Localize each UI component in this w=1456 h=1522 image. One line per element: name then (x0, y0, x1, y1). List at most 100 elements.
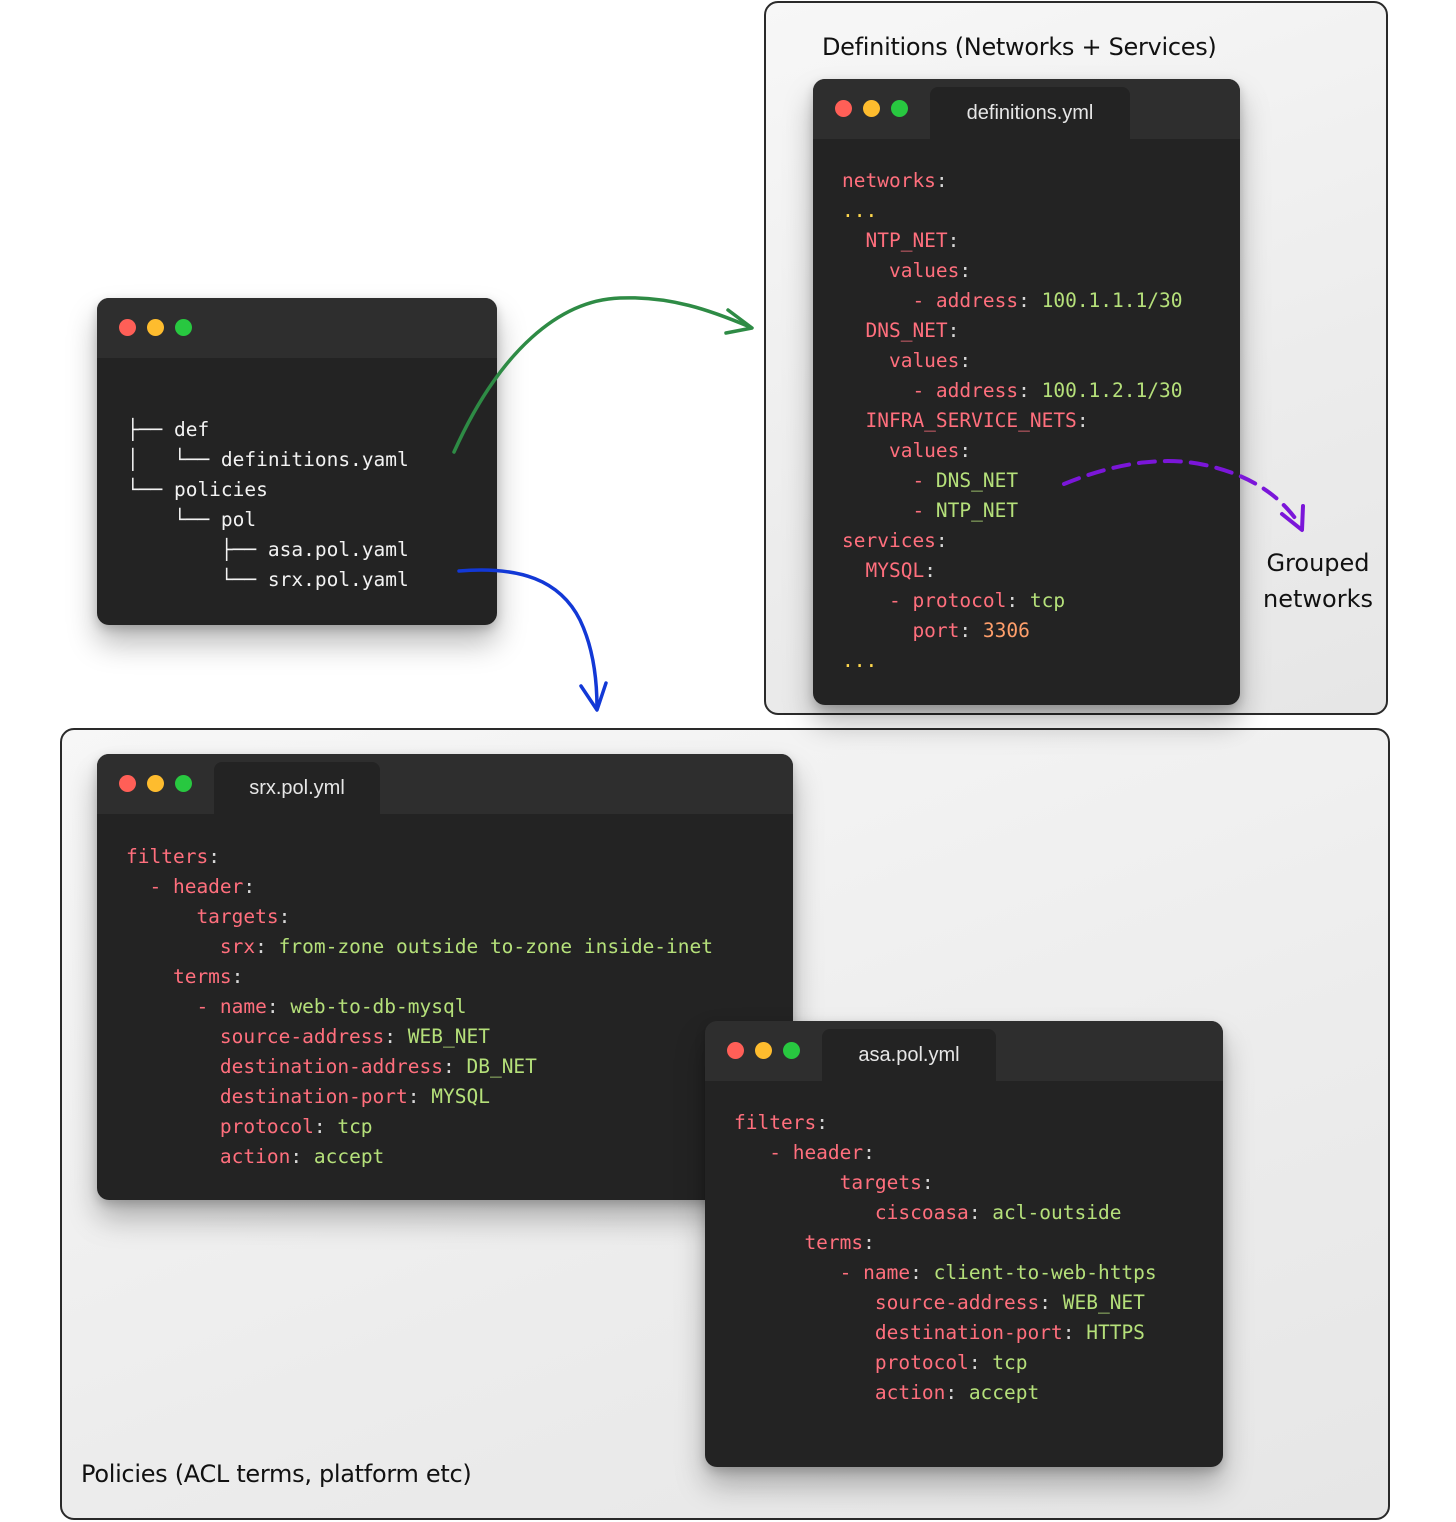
policies-panel-title: Policies (ACL terms, platform etc) (81, 1460, 472, 1488)
code-token: acl-outside (992, 1201, 1122, 1224)
code-token: : (1018, 289, 1042, 312)
code-token: protocol (734, 1351, 969, 1374)
code-token: client-to-web-https (933, 1261, 1157, 1284)
grouped-networks-label: Grouped networks (1250, 545, 1386, 617)
definitions-code: networks:... NTP_NET: values: - address:… (842, 166, 1182, 676)
code-line: └── policies (127, 475, 409, 505)
code-line: └── pol (127, 505, 409, 535)
code-token: - protocol (842, 589, 1007, 612)
code-token: ├── asa.pol.yaml (127, 538, 409, 561)
code-line: srx: from-zone outside to-zone inside-in… (126, 932, 713, 962)
minimize-dot-icon (863, 100, 880, 117)
asa-window: asa.pol.yml filters: - header: targets: … (705, 1021, 1223, 1467)
code-line: terms: (734, 1228, 1157, 1258)
file-tree: ├── def │ └── definitions.yaml └── policie… (127, 415, 409, 595)
code-token: └── pol (127, 508, 257, 531)
code-token: : (921, 1171, 934, 1194)
grouped-networks-line2: networks (1263, 585, 1373, 613)
code-line: values: (842, 436, 1182, 466)
minimize-dot-icon (147, 775, 164, 792)
code-token: accept (313, 1145, 385, 1168)
code-token: DNS_NET (842, 319, 948, 342)
code-token: : (1062, 1321, 1087, 1344)
code-token: DB_NET (466, 1055, 537, 1078)
code-token: MYSQL (431, 1085, 490, 1108)
tab-srx-pol-yml[interactable]: srx.pol.yml (214, 762, 380, 814)
code-line: - DNS_NET (842, 466, 1182, 496)
srx-window: srx.pol.yml filters: - header: targets: … (97, 754, 793, 1200)
code-token: INFRA_SERVICE_NETS (842, 409, 1077, 432)
code-token: : (959, 349, 972, 372)
code-token: : (945, 1381, 969, 1404)
code-line: │ └── definitions.yaml (127, 445, 409, 475)
arrow-to-definitions-head (724, 308, 754, 335)
code-token: : (1076, 409, 1089, 432)
code-token: : (384, 1025, 408, 1048)
close-dot-icon (835, 100, 852, 117)
code-line: ├── def (127, 415, 409, 445)
code-token: : (278, 905, 291, 928)
tab-asa-pol-yml[interactable]: asa.pol.yml (822, 1029, 996, 1081)
code-token: ... (842, 649, 878, 672)
code-line: - header: (734, 1138, 1157, 1168)
code-token: source-address (126, 1025, 385, 1048)
tab-definitions-yml[interactable]: definitions.yml (930, 87, 1130, 139)
code-line: ciscoasa: acl-outside (734, 1198, 1157, 1228)
code-token: - name (126, 995, 267, 1018)
code-token: tcp (337, 1115, 373, 1138)
code-line: destination-address: DB_NET (126, 1052, 713, 1082)
code-token: : (924, 559, 936, 582)
code-line: protocol: tcp (734, 1348, 1157, 1378)
window-titlebar: asa.pol.yml (705, 1021, 1223, 1081)
code-token: DNS_NET (935, 469, 1019, 492)
code-token: MYSQL (842, 559, 925, 582)
code-token: ciscoasa (734, 1201, 969, 1224)
code-line: terms: (126, 962, 713, 992)
code-token: WEB_NET (1062, 1291, 1145, 1314)
code-token: └── srx.pol.yaml (127, 568, 409, 591)
code-token: action (734, 1381, 946, 1404)
code-token: ... (842, 199, 878, 222)
code-token: : (910, 1261, 934, 1284)
code-token: tcp (992, 1351, 1028, 1374)
code-token: - address (842, 379, 1019, 402)
maximize-dot-icon (891, 100, 908, 117)
code-token: 3306 (982, 619, 1030, 642)
minimize-dot-icon (147, 319, 164, 336)
code-token: : (1039, 1291, 1063, 1314)
code-token: : (208, 845, 220, 868)
code-line: DNS_NET: (842, 316, 1182, 346)
code-token: : (290, 1145, 314, 1168)
code-token: : (313, 1115, 338, 1138)
close-dot-icon (119, 775, 136, 792)
window-titlebar: srx.pol.yml (97, 754, 793, 814)
code-token: WEB_NET (407, 1025, 490, 1048)
code-token: filters (126, 845, 209, 868)
code-line: - name: client-to-web-https (734, 1258, 1157, 1288)
code-line: - header: (126, 872, 713, 902)
code-token: NTP_NET (935, 499, 1019, 522)
code-line: services: (842, 526, 1182, 556)
code-token: │ └── definitions.yaml (127, 448, 409, 471)
code-token: from-zone outside to-zone inside-inet (278, 935, 714, 958)
code-line: source-address: WEB_NET (734, 1288, 1157, 1318)
code-token: values (842, 259, 960, 282)
definitions-panel-title: Definitions (Networks + Services) (822, 33, 1217, 61)
arrow-to-policies-head (579, 681, 608, 712)
code-line: targets: (126, 902, 713, 932)
code-token: targets (734, 1171, 922, 1194)
srx-code: filters: - header: targets: srx: from-zo… (126, 842, 713, 1172)
asa-code: filters: - header: targets: ciscoasa: ac… (734, 1108, 1157, 1408)
code-token: : (968, 1201, 993, 1224)
code-line: filters: (734, 1108, 1157, 1138)
code-line: destination-port: HTTPS (734, 1318, 1157, 1348)
code-line: source-address: WEB_NET (126, 1022, 713, 1052)
code-token: : (863, 1141, 875, 1164)
code-token: - header (126, 875, 244, 898)
code-line: - NTP_NET (842, 496, 1182, 526)
code-token: source-address (734, 1291, 1040, 1314)
code-token: : (935, 529, 948, 552)
code-token: : (968, 1351, 993, 1374)
code-token: : (959, 259, 972, 282)
code-token: └── policies (127, 478, 268, 501)
